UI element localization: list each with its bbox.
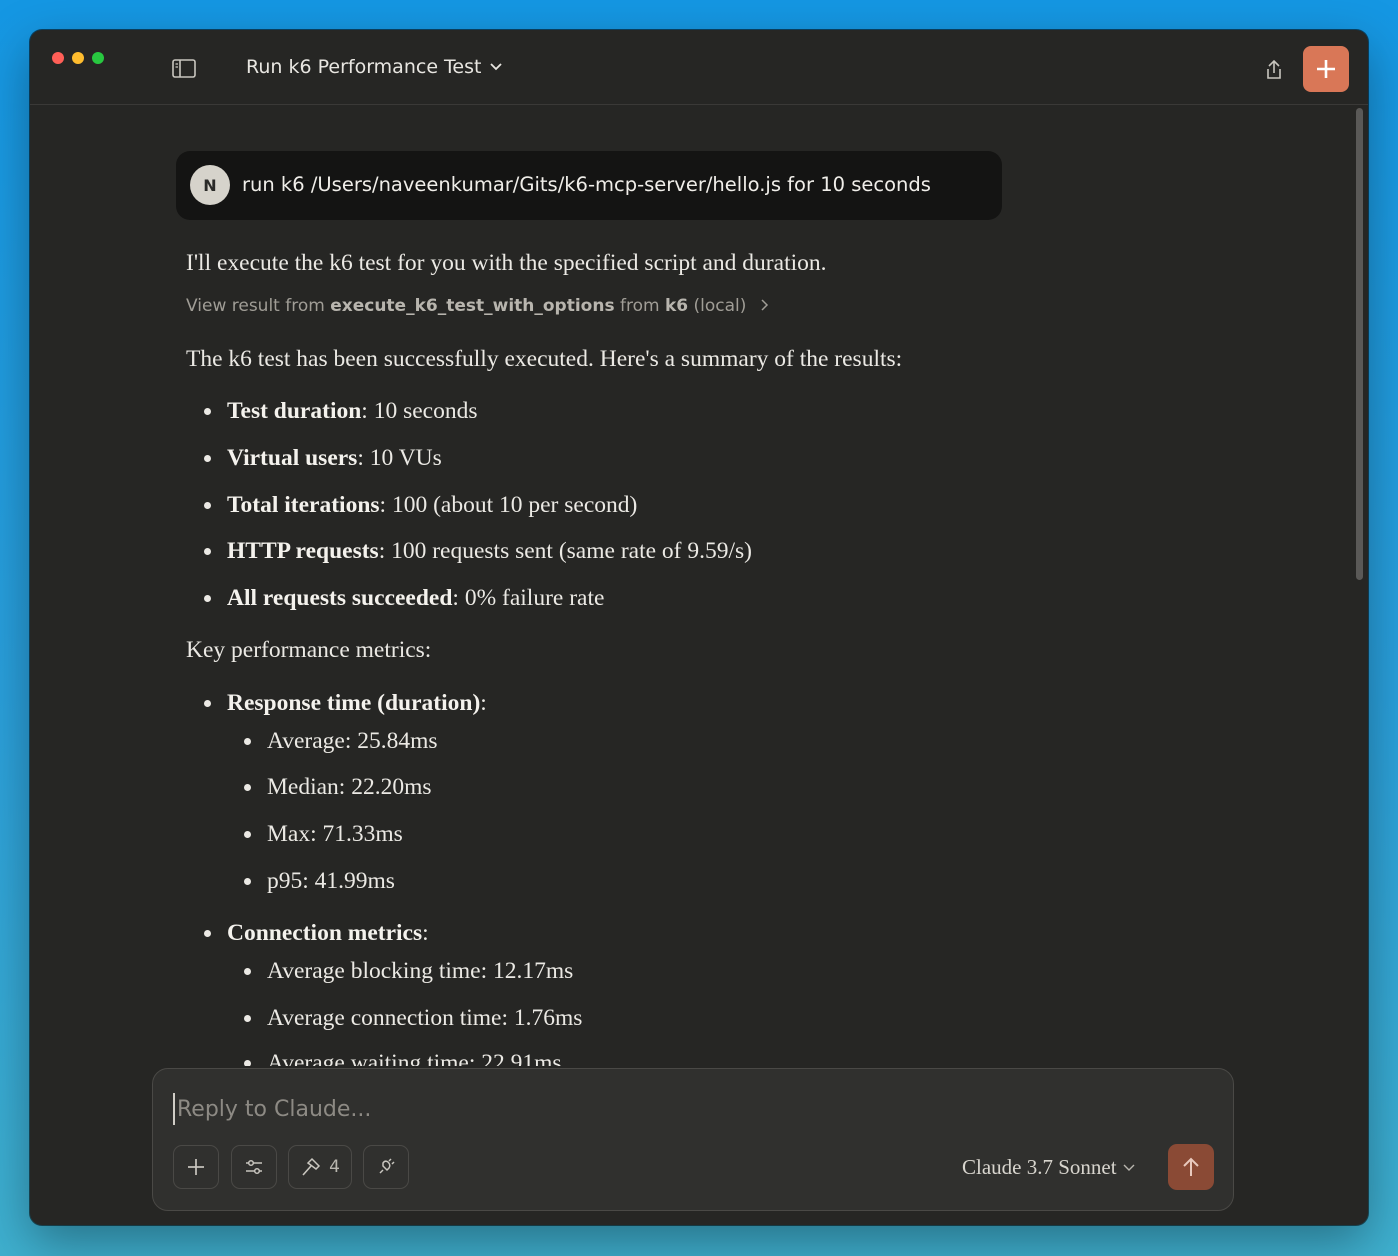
integrations-button[interactable] [363, 1145, 409, 1189]
scrollbar-thumb[interactable] [1356, 108, 1363, 580]
sub-list-item: Average waiting time: 22.91ms [244, 1048, 562, 1066]
sub-list-item: p95: 41.99ms [244, 868, 395, 894]
sidebar-toggle-icon[interactable] [172, 58, 196, 80]
share-button[interactable] [1259, 55, 1289, 85]
item-label: Virtual users [227, 445, 358, 471]
sub-list-item: Average blocking time: 12.17ms [243, 958, 574, 984]
share-icon [1267, 59, 1281, 79]
list-item: Response time (duration): [204, 688, 487, 718]
user-message: N run k6 /Users/naveenkumar/Gits/k6-mcp-… [176, 151, 1002, 220]
close-window-button[interactable] [52, 52, 64, 64]
send-button[interactable] [1168, 1144, 1214, 1190]
item-label: Response time (duration) [227, 690, 481, 716]
tools-button[interactable]: 4 [288, 1145, 352, 1189]
item-value: : 0% failure rate [452, 585, 605, 611]
conversation-title: Run k6 Performance Test [246, 56, 482, 78]
options-button[interactable] [231, 1145, 277, 1189]
model-name: Claude 3.7 Sonnet [962, 1155, 1117, 1179]
window-controls [52, 52, 104, 64]
list-item: Total iterations: 100 (about 10 per seco… [203, 490, 638, 520]
plug-icon [379, 1158, 395, 1174]
hammer-icon [302, 1157, 321, 1176]
reply-input[interactable] [173, 1093, 1079, 1125]
conversation-area: N run k6 /Users/naveenkumar/Gits/k6-mcp-… [30, 106, 1350, 1066]
tool-result-from: from [614, 296, 665, 316]
item-value: : 10 seconds [361, 398, 478, 424]
item-label: Connection metrics [227, 920, 423, 946]
list-item: HTTP requests: 100 requests sent (same r… [204, 536, 752, 566]
item-label: All requests succeeded [227, 585, 453, 611]
model-selector[interactable]: Claude 3.7 Sonnet [962, 1155, 1135, 1180]
item-colon: : [480, 690, 487, 716]
sub-list-item: Max: 71.33ms [244, 821, 403, 847]
list-item: Test duration: 10 seconds [203, 396, 478, 426]
tool-result-prefix: View result from [186, 296, 331, 316]
list-item: Connection metrics: [204, 918, 429, 948]
item-label: Total iterations [227, 492, 380, 518]
sub-list-item: Average: 25.84ms [244, 728, 438, 754]
sliders-icon [246, 1159, 262, 1175]
tool-result-link[interactable]: View result from execute_k6_test_with_op… [186, 296, 772, 316]
zoom-window-button[interactable] [92, 52, 104, 64]
conversation-title-dropdown[interactable]: Run k6 Performance Test [246, 56, 503, 78]
list-item: All requests succeeded: 0% failure rate [203, 583, 605, 613]
sub-list-item: Average connection time: 1.76ms [243, 1005, 583, 1031]
metrics-intro: Key performance metrics: [186, 637, 432, 663]
sub-list-item: Median: 22.20ms [244, 774, 432, 800]
plus-icon [1317, 60, 1335, 78]
user-message-text: run k6 /Users/naveenkumar/Gits/k6-mcp-se… [242, 173, 931, 196]
tool-name: execute_k6_test_with_options [330, 296, 615, 316]
chevron-right-icon [761, 299, 768, 311]
message-composer: 4 Claude 3.7 Sonnet [152, 1068, 1234, 1211]
list-item: Virtual users: 10 VUs [204, 443, 442, 473]
item-value: : 100 (about 10 per second) [379, 492, 638, 518]
avatar: N [190, 165, 230, 205]
app-window: Run k6 Performance Test N run k6 /Users/… [30, 30, 1368, 1225]
minimize-window-button[interactable] [72, 52, 84, 64]
chevron-down-icon [490, 63, 503, 71]
tools-count: 4 [329, 1157, 340, 1177]
summary-intro: The k6 test has been successfully execut… [186, 346, 903, 372]
new-chat-button[interactable] [1303, 46, 1349, 92]
item-label: Test duration [227, 398, 362, 424]
response-intro: I'll execute the k6 test for you with th… [186, 250, 827, 276]
title-bar: Run k6 Performance Test [30, 30, 1368, 105]
chevron-down-icon [1123, 1164, 1135, 1171]
item-colon: : [422, 920, 429, 946]
item-label: HTTP requests [227, 538, 379, 564]
item-value: : 10 VUs [357, 445, 442, 471]
item-value: : 100 requests sent (same rate of 9.59/s… [378, 538, 752, 564]
server-name: k6 [664, 296, 689, 316]
plus-icon [188, 1159, 204, 1175]
attach-button[interactable] [173, 1145, 219, 1189]
tool-result-suffix: (local) [688, 296, 747, 316]
arrow-up-icon [1183, 1157, 1199, 1176]
